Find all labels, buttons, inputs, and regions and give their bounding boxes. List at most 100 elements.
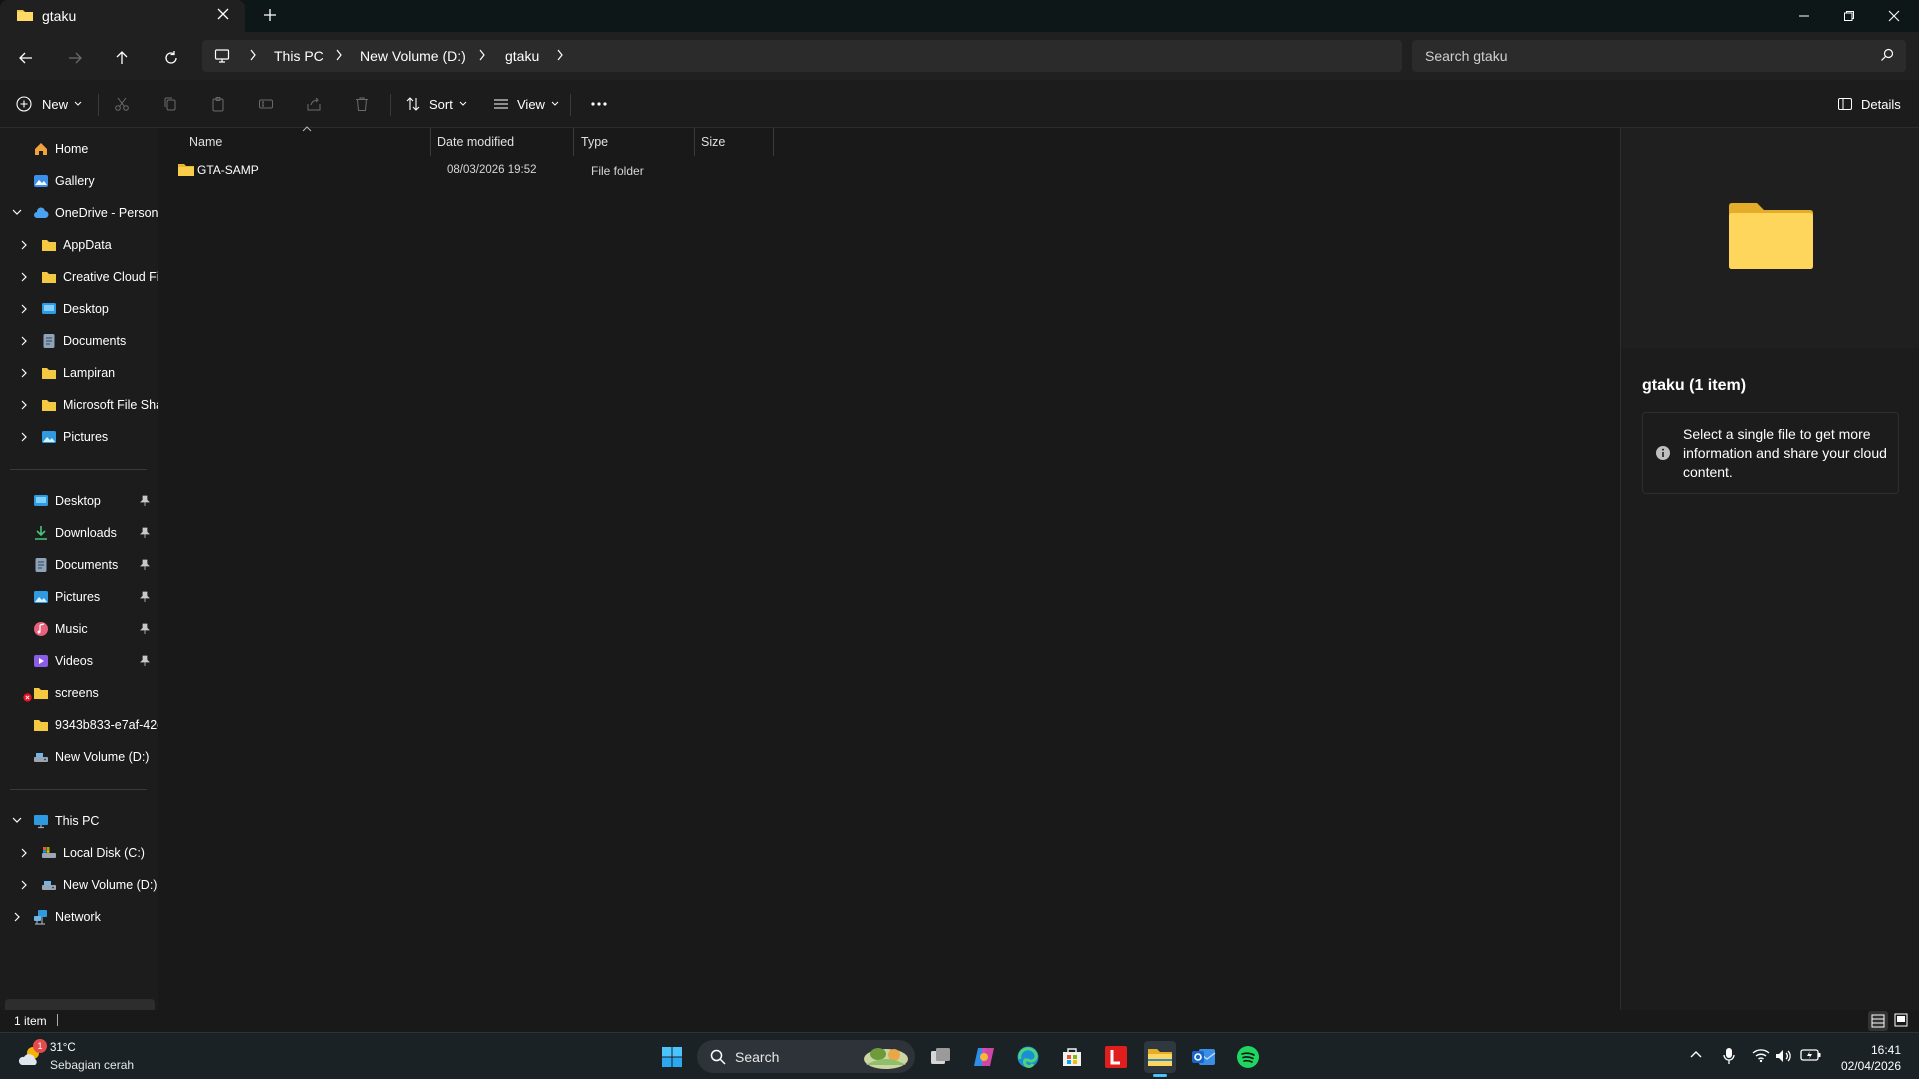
sidebar-item-onedrive-desktop[interactable]: Desktop: [0, 295, 158, 323]
chevron-right-icon[interactable]: [20, 336, 28, 346]
minimize-button[interactable]: [1781, 4, 1827, 28]
weather-widget[interactable]: 1 31°C Sebagian cerah: [14, 1039, 164, 1075]
sidebar-item-onedrive-pictures[interactable]: Pictures: [0, 423, 158, 451]
large-icons-view-button[interactable]: [1894, 1013, 1908, 1027]
breadcrumb-new-volume[interactable]: New Volume (D:): [360, 48, 466, 64]
pictures-icon: [41, 429, 57, 445]
sidebar-item-screens[interactable]: screens: [0, 679, 158, 707]
search-icon[interactable]: [1880, 48, 1894, 62]
edge-button[interactable]: [1012, 1041, 1044, 1073]
sidebar-item-pictures[interactable]: Pictures: [0, 583, 158, 611]
pin-icon[interactable]: [140, 495, 150, 507]
column-divider[interactable]: [694, 128, 695, 156]
share-button[interactable]: [306, 92, 322, 116]
address-bar[interactable]: This PC New Volume (D:) gtaku: [202, 40, 1402, 72]
chevron-right-icon[interactable]: [20, 272, 28, 282]
close-window-button[interactable]: [1871, 4, 1917, 28]
rename-button[interactable]: [258, 92, 274, 116]
pin-icon[interactable]: [140, 655, 150, 667]
chevron-down-icon[interactable]: [12, 208, 22, 216]
column-header-size[interactable]: Size: [701, 135, 725, 149]
back-button[interactable]: [10, 42, 42, 74]
paste-button[interactable]: [210, 92, 226, 116]
pin-icon[interactable]: [140, 527, 150, 539]
breadcrumb-gtaku[interactable]: gtaku: [505, 48, 539, 64]
clock[interactable]: 16:41 02/04/2026: [1841, 1042, 1901, 1074]
sidebar-item-onedrive[interactable]: OneDrive - Persona: [0, 199, 158, 227]
column-header-date[interactable]: Date modified: [437, 135, 514, 149]
sidebar-item-guid-folder[interactable]: 9343b833-e7af-42e: [0, 711, 158, 739]
details-view-button[interactable]: [1868, 1011, 1888, 1031]
wifi-icon[interactable]: [1752, 1048, 1770, 1063]
new-tab-icon[interactable]: [262, 7, 278, 23]
sidebar-item-creative-cloud[interactable]: Creative Cloud Fil: [0, 263, 158, 291]
column-divider[interactable]: [773, 128, 774, 156]
chevron-right-icon[interactable]: [20, 240, 28, 250]
chevron-up-icon[interactable]: [1689, 1049, 1703, 1059]
restore-button[interactable]: [1826, 4, 1872, 28]
sidebar-item-music[interactable]: Music: [0, 615, 158, 643]
sidebar-item-lampiran[interactable]: Lampiran: [0, 359, 158, 387]
sidebar-item-appdata[interactable]: AppData: [0, 231, 158, 259]
chevron-right-icon[interactable]: [20, 304, 28, 314]
more-options-button[interactable]: [590, 92, 608, 116]
sidebar-item-home[interactable]: Home: [0, 135, 158, 163]
view-button[interactable]: View: [493, 92, 559, 116]
volume-icon[interactable]: [1775, 1048, 1793, 1064]
sidebar-item-this-pc[interactable]: This PC: [0, 807, 158, 835]
taskbar-search[interactable]: Search: [697, 1040, 915, 1073]
pin-icon[interactable]: [140, 591, 150, 603]
app-l-button[interactable]: [1100, 1041, 1132, 1073]
sidebar-item-new-volume-d[interactable]: New Volume (D:): [0, 871, 158, 899]
up-button[interactable]: [106, 42, 138, 74]
sidebar-label: screens: [55, 686, 99, 700]
copilot-button[interactable]: [968, 1041, 1000, 1073]
sidebar-item-videos[interactable]: Videos: [0, 647, 158, 675]
sidebar-item-downloads[interactable]: Downloads: [0, 519, 158, 547]
navigation-bar: This PC New Volume (D:) gtaku Search gta…: [0, 32, 1919, 80]
spotify-button[interactable]: [1232, 1041, 1264, 1073]
sidebar-item-microsoft-file-share[interactable]: Microsoft File Sha: [0, 391, 158, 419]
start-button[interactable]: [656, 1041, 688, 1073]
microphone-icon[interactable]: [1722, 1047, 1736, 1065]
sidebar-item-local-disk-c[interactable]: Local Disk (C:): [0, 839, 158, 867]
task-view-button[interactable]: [925, 1041, 957, 1073]
sidebar-item-new-volume-quick[interactable]: New Volume (D:): [0, 743, 158, 771]
cut-button[interactable]: [114, 92, 130, 116]
column-header-name[interactable]: Name: [189, 135, 222, 149]
battery-icon[interactable]: [1800, 1048, 1822, 1062]
pin-icon[interactable]: [140, 623, 150, 635]
delete-button[interactable]: [354, 92, 370, 116]
search-input[interactable]: Search gtaku: [1412, 40, 1906, 72]
sidebar-item-network[interactable]: Network: [0, 903, 158, 931]
table-row[interactable]: GTA-SAMP 08/03/2026 19:52 File folder: [168, 158, 788, 182]
chevron-right-icon[interactable]: [13, 912, 21, 922]
pin-icon[interactable]: [140, 559, 150, 571]
forward-button[interactable]: [59, 42, 91, 74]
taskbar-search-label: Search: [735, 1049, 780, 1065]
store-button[interactable]: [1056, 1041, 1088, 1073]
chevron-right-icon[interactable]: [20, 880, 28, 890]
details-pane-button[interactable]: Details: [1837, 92, 1901, 116]
chevron-right-icon[interactable]: [20, 848, 28, 858]
column-divider[interactable]: [430, 128, 431, 156]
file-explorer-taskbar-button[interactable]: [1144, 1041, 1176, 1077]
sidebar-item-documents[interactable]: Documents: [0, 551, 158, 579]
breadcrumb-this-pc[interactable]: This PC: [274, 48, 324, 64]
sort-button[interactable]: Sort: [405, 92, 467, 116]
copy-button[interactable]: [162, 92, 178, 116]
chevron-right-icon[interactable]: [20, 400, 28, 410]
sidebar-item-gallery[interactable]: Gallery: [0, 167, 158, 195]
sidebar-item-onedrive-documents[interactable]: Documents: [0, 327, 158, 355]
column-header-type[interactable]: Type: [581, 135, 608, 149]
new-button[interactable]: New: [16, 92, 82, 116]
chevron-down-icon[interactable]: [12, 816, 22, 824]
refresh-button[interactable]: [155, 42, 187, 74]
outlook-button[interactable]: [1188, 1041, 1220, 1073]
tab-gtaku[interactable]: gtaku: [0, 0, 245, 32]
sidebar-item-desktop[interactable]: Desktop: [0, 487, 158, 515]
chevron-right-icon[interactable]: [20, 432, 28, 442]
chevron-right-icon[interactable]: [20, 368, 28, 378]
close-tab-icon[interactable]: [216, 7, 230, 21]
column-divider[interactable]: [573, 128, 574, 156]
